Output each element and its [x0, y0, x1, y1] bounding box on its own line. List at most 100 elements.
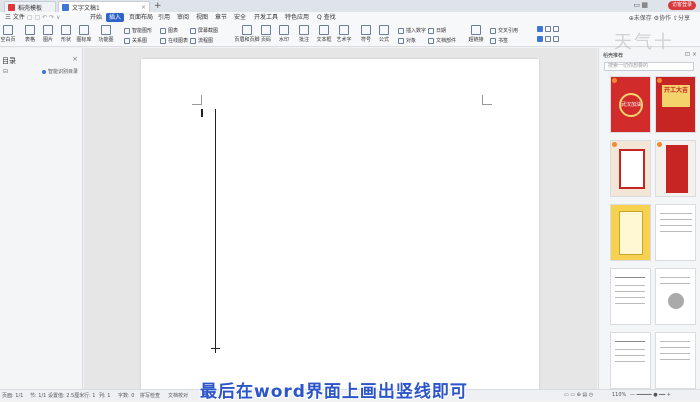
- button-label: 交叉引用: [498, 28, 519, 34]
- icon-library-icon: [79, 25, 89, 35]
- template-thumbnail[interactable]: [655, 332, 696, 389]
- image-icon: [43, 25, 53, 35]
- view-toggle-b[interactable]: [537, 36, 561, 42]
- watermark-button[interactable]: 水印: [276, 25, 292, 45]
- template-thumbnail[interactable]: 开工大吉: [655, 76, 696, 133]
- page-number-button[interactable]: 页码: [258, 25, 274, 45]
- view-toggle-a[interactable]: [537, 26, 561, 32]
- thumbnail-line: [660, 219, 692, 220]
- drawn-vertical-line[interactable]: [215, 109, 216, 349]
- template-thumbnail[interactable]: 武汉加油: [610, 76, 651, 133]
- shape-button[interactable]: 形状: [58, 25, 74, 45]
- table-button[interactable]: 表格: [22, 25, 38, 45]
- menu-search[interactable]: Q 查找: [314, 13, 339, 22]
- bar-chart-icon: [160, 27, 166, 34]
- collapse-icon[interactable]: ⊟: [3, 68, 8, 75]
- new-tab-button[interactable]: +: [154, 1, 162, 11]
- ribbon-toolbar: 空白页 表格 图片 形状 图标库 功能图 智能图形 图表 屏幕截图 关系图 在线…: [0, 23, 700, 47]
- status-proof[interactable]: 文档校对: [168, 392, 188, 399]
- thumbnail-art: [619, 149, 645, 189]
- document-area[interactable]: [84, 48, 597, 389]
- menu-quick-icons[interactable]: ▢ ▢ ↶ ↷ ∨: [24, 13, 63, 22]
- menu-features[interactable]: 特色应用: [282, 13, 312, 22]
- relation-chart-button[interactable]: 关系图: [124, 37, 147, 44]
- doc-parts-button[interactable]: 文档部件: [428, 37, 456, 44]
- thumbnail-caption: 武汉加油: [619, 93, 643, 117]
- relation-icon: [124, 37, 130, 44]
- menu-security[interactable]: 安全: [231, 13, 249, 22]
- menu-references[interactable]: 引用: [155, 13, 173, 22]
- screenshot-button[interactable]: 屏幕截图: [190, 27, 218, 34]
- tab-label: 文字文稿1: [72, 4, 100, 12]
- thumbnail-art: [668, 293, 684, 309]
- cross-ref-button[interactable]: 交叉引用: [490, 27, 518, 34]
- menu-review[interactable]: 审阅: [174, 13, 192, 22]
- document-page[interactable]: [141, 59, 539, 389]
- picture-button[interactable]: 图片: [40, 25, 56, 45]
- chart-button[interactable]: 图表: [160, 27, 178, 34]
- comment-button[interactable]: 批注: [296, 25, 312, 45]
- badge-icon: [612, 78, 617, 83]
- thumbnail-line: [660, 353, 690, 354]
- status-spell[interactable]: 拼写检查: [140, 392, 160, 399]
- wordart-button[interactable]: 艺术字: [336, 25, 352, 45]
- button-label: 空白页: [0, 37, 16, 43]
- online-chart-button[interactable]: 在线图表: [160, 37, 188, 44]
- thumbnail-line: [660, 283, 690, 284]
- menu-page-layout[interactable]: 页面布局: [126, 13, 156, 22]
- menu-developer[interactable]: 开发工具: [251, 13, 281, 22]
- zoom-level[interactable]: 110%: [612, 392, 626, 398]
- button-label: 符号: [360, 37, 371, 43]
- tab-document[interactable]: 文字文稿1 ×: [58, 1, 150, 12]
- template-thumbnail[interactable]: [655, 268, 696, 325]
- menu-home[interactable]: 开始: [87, 13, 105, 22]
- template-thumbnail[interactable]: [655, 140, 696, 197]
- hyperlink-button[interactable]: 超链接: [468, 25, 484, 45]
- view-mode-icons[interactable]: ▭ ▭ ⊕ ▤ ◷: [564, 392, 593, 398]
- status-words[interactable]: 字数: 0: [118, 392, 134, 399]
- status-page[interactable]: 页面: 1/1: [2, 392, 23, 399]
- object-button[interactable]: 对象: [398, 37, 416, 44]
- menu-right-tools[interactable]: ⊕未保存 ⚙协作 ⇪分享: [629, 13, 690, 22]
- template-thumbnail[interactable]: [655, 204, 696, 261]
- bookmark-button[interactable]: 书签: [490, 37, 508, 44]
- button-label: 文本框: [316, 37, 332, 43]
- smart-toc-button[interactable]: 智能识别目录: [42, 68, 78, 75]
- smart-toc-label: 智能识别目录: [48, 69, 79, 75]
- window-layout-icon[interactable]: ▭: [633, 1, 640, 9]
- smart-graphic-button[interactable]: 智能图形: [124, 27, 152, 34]
- zoom-slider[interactable]: — ━━━━━ ● ━━ +: [630, 392, 671, 398]
- menu-chapter[interactable]: 章节: [212, 13, 230, 22]
- date-button[interactable]: 日期: [428, 27, 446, 34]
- symbol-button[interactable]: 符号: [358, 25, 374, 45]
- doc-icon: [62, 3, 69, 11]
- formula-button[interactable]: 公式: [376, 25, 392, 45]
- subtitle-caption: 最后在word界面上画出竖线即可: [200, 382, 468, 402]
- blank-page-button[interactable]: 空白页: [0, 25, 16, 45]
- menu-view[interactable]: 视图: [193, 13, 211, 22]
- panel-controls-icon[interactable]: ⊡ ×: [685, 51, 697, 58]
- tab-daoke[interactable]: 稻壳模板: [4, 1, 56, 12]
- margin-corner-top-left: [192, 95, 202, 105]
- close-icon[interactable]: ×: [72, 55, 78, 63]
- button-label: 关系图: [132, 38, 148, 44]
- insert-number-button[interactable]: 插入数字: [398, 27, 426, 34]
- menu-insert[interactable]: 插入: [106, 13, 125, 22]
- flowchart-button[interactable]: 流程图: [190, 37, 213, 44]
- object-icon: [398, 37, 404, 44]
- template-search-input[interactable]: 搜索一切你想要的: [604, 62, 694, 71]
- window-grid-icon[interactable]: ▦: [641, 1, 648, 9]
- function-chart-button[interactable]: 功能图: [94, 25, 118, 45]
- button-label: 屏幕截图: [198, 28, 219, 34]
- login-button[interactable]: 访客登录: [667, 1, 696, 10]
- template-thumbnail[interactable]: [610, 268, 651, 325]
- button-label: 页码: [260, 37, 271, 43]
- template-thumbnail[interactable]: [610, 332, 651, 389]
- icon-library-button[interactable]: 图标库: [76, 25, 92, 45]
- button-label: 功能图: [98, 37, 114, 43]
- close-icon[interactable]: ×: [141, 4, 146, 11]
- textbox-button[interactable]: 文本框: [316, 25, 332, 45]
- template-thumbnail[interactable]: [610, 140, 651, 197]
- template-thumbnail[interactable]: [610, 204, 651, 261]
- calendar-icon: [428, 27, 434, 34]
